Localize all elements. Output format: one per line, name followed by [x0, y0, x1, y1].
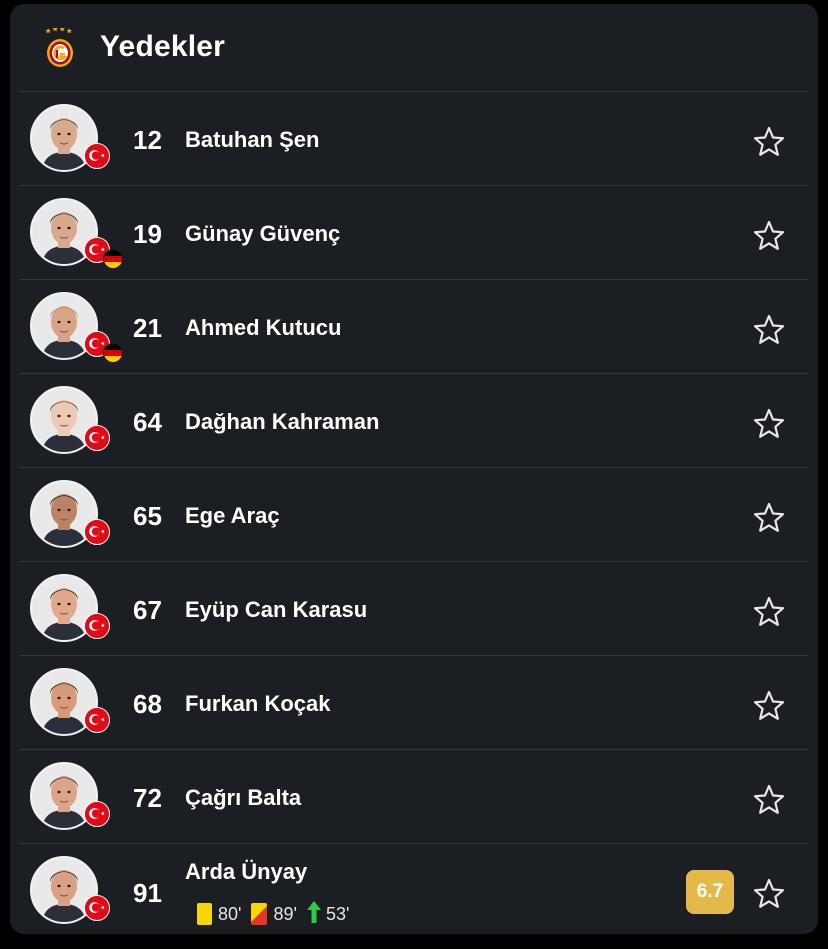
favorite-star-icon[interactable] [752, 125, 786, 159]
turkey-flag-icon [84, 801, 110, 827]
section-title: Yedekler [100, 30, 226, 63]
favorite-star-icon[interactable] [752, 219, 786, 253]
yellow-card-icon [197, 903, 212, 925]
favorite-star-icon[interactable] [752, 501, 786, 535]
player-number: 91 [133, 878, 162, 908]
favorite-star-icon[interactable] [752, 689, 786, 723]
player-row[interactable]: 65 Ege Araç [20, 467, 808, 561]
favorite-star-icon[interactable] [752, 595, 786, 629]
player-number: 67 [133, 595, 162, 625]
event-minute: 89' [273, 903, 297, 924]
player-name[interactable]: Çağrı Balta [185, 785, 301, 811]
player-name[interactable]: Eyüp Can Karasu [185, 597, 367, 623]
player-row[interactable]: 64 Dağhan Kahraman [20, 373, 808, 467]
player-number: 65 [133, 501, 162, 531]
player-row[interactable]: 91 Arda Ünyay 80' 89' 53' 6.7 [20, 843, 808, 934]
player-name[interactable]: Ege Araç [185, 503, 280, 529]
player-number: 21 [133, 313, 162, 343]
player-row[interactable]: 72 Çağrı Balta [20, 749, 808, 843]
favorite-star-icon[interactable] [752, 877, 786, 911]
player-number: 19 [133, 219, 162, 249]
event-minute: 53' [325, 903, 350, 924]
player-row[interactable]: 68 Furkan Koçak [20, 655, 808, 749]
favorite-star-icon[interactable] [752, 783, 786, 817]
turkey-flag-icon [84, 613, 110, 639]
player-row[interactable]: 12 Batuhan Şen [20, 91, 808, 185]
player-number: 12 [133, 125, 162, 155]
substitutes-card: Yedekler 12 Batuhan Şen 19 Günay Güvenç 21 Ah… [10, 4, 818, 934]
germany-flag-icon [103, 249, 123, 269]
turkey-flag-icon [84, 425, 110, 451]
player-number: 72 [133, 783, 162, 813]
turkey-flag-icon [84, 143, 110, 169]
yellow-red-card-icon [251, 903, 268, 925]
player-name[interactable]: Arda Ünyay [185, 859, 307, 885]
player-name[interactable]: Batuhan Şen [185, 127, 319, 153]
favorite-star-icon[interactable] [752, 407, 786, 441]
player-rating-badge[interactable]: 6.7 [686, 870, 734, 914]
player-row[interactable]: 19 Günay Güvenç [20, 185, 808, 279]
turkey-flag-icon [84, 895, 110, 921]
player-name[interactable]: Dağhan Kahraman [185, 409, 379, 435]
player-row[interactable]: 21 Ahmed Kutucu [20, 279, 808, 373]
player-events: 80' 89' 53' [197, 900, 350, 929]
section-header: Yedekler [10, 4, 818, 92]
player-row[interactable]: 67 Eyüp Can Karasu [20, 561, 808, 655]
player-number: 64 [133, 407, 162, 437]
favorite-star-icon[interactable] [752, 313, 786, 347]
turkey-flag-icon [84, 707, 110, 733]
player-name[interactable]: Günay Güvenç [185, 221, 340, 247]
substitutes-list: 12 Batuhan Şen 19 Günay Güvenç 21 Ahmed Kutuc… [20, 91, 808, 934]
player-name[interactable]: Ahmed Kutucu [185, 315, 341, 341]
turkey-flag-icon [84, 519, 110, 545]
player-name[interactable]: Furkan Koçak [185, 691, 331, 717]
player-number: 68 [133, 689, 162, 719]
sub-in-arrow-icon [306, 900, 321, 929]
event-minute: 80' [218, 903, 242, 924]
galatasaray-crest-icon [42, 26, 78, 68]
germany-flag-icon [103, 343, 123, 363]
